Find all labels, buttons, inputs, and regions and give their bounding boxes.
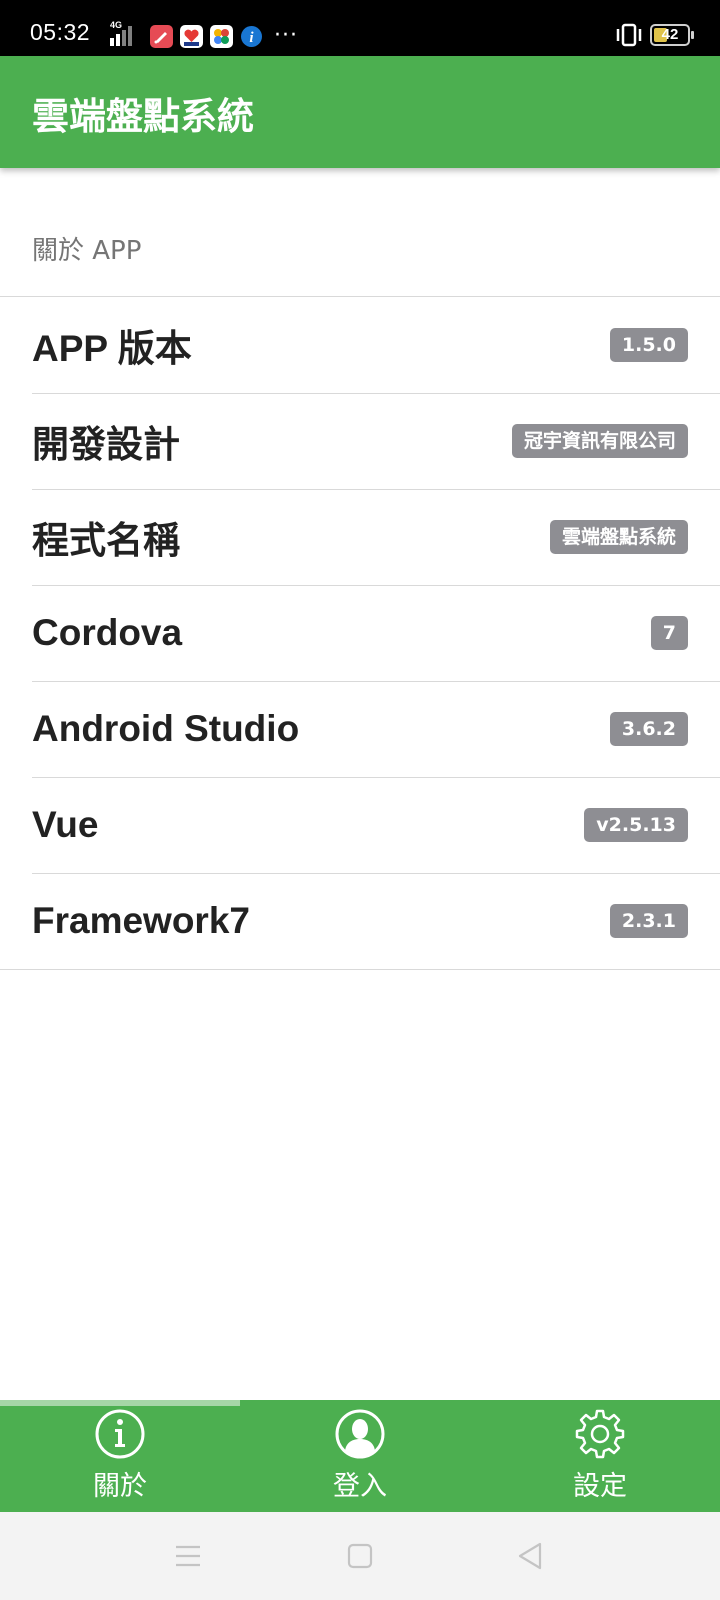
list-item-framework7: Framework7 2.3.1	[0, 873, 720, 969]
page-title: 雲端盤點系統	[32, 95, 254, 138]
system-nav-bar	[0, 1512, 720, 1600]
health-app-icon	[180, 24, 203, 48]
menu-icon[interactable]	[170, 1538, 206, 1574]
item-label: Framework7	[32, 900, 250, 941]
signal-icon: 4G	[100, 20, 144, 46]
vue-version-badge: v2.5.13	[584, 808, 688, 842]
item-label: 程式名稱	[32, 519, 180, 562]
tab-bar: 關於 登入 設定	[0, 1400, 720, 1512]
screen: 05:32 4G i ··· 42 雲端盤點系統 關於 APP APP 版本 1…	[0, 0, 720, 1600]
tab-label: 關於	[93, 1471, 147, 1502]
item-label: Android Studio	[32, 708, 300, 749]
battery-icon: 42	[650, 24, 694, 46]
item-label: 開發設計	[32, 423, 180, 466]
list-item-android-studio: Android Studio 3.6.2	[0, 681, 720, 777]
app-bar: 雲端盤點系統	[0, 56, 720, 168]
list-item-app-version: APP 版本 1.5.0	[0, 297, 720, 393]
photo-app-icon	[210, 24, 233, 48]
info-app-icon: i	[240, 25, 263, 48]
android-studio-version-badge: 3.6.2	[609, 712, 688, 746]
vibrate-icon	[614, 23, 644, 47]
tab-login[interactable]: 登入	[240, 1400, 480, 1512]
status-time: 05:32	[30, 19, 91, 45]
battery-level: 42	[661, 26, 679, 43]
tab-about[interactable]: 關於	[0, 1400, 240, 1512]
home-icon[interactable]	[342, 1538, 378, 1574]
item-label: APP 版本	[32, 328, 192, 369]
version-badge: 1.5.0	[609, 328, 688, 362]
list-item-developer: 開發設計 冠宇資訊有限公司	[0, 393, 720, 489]
app-name-badge: 雲端盤點系統	[549, 520, 688, 554]
framework7-version-badge: 2.3.1	[609, 904, 688, 938]
more-notifications-icon: ···	[274, 23, 298, 48]
list-item-cordova: Cordova 7	[0, 585, 720, 681]
item-label: Cordova	[32, 612, 183, 653]
network-type: 4G	[110, 20, 123, 30]
tab-label: 登入	[333, 1471, 387, 1502]
item-label: Vue	[32, 804, 99, 845]
section-header: 關於 APP	[32, 236, 142, 266]
tab-label: 設定	[573, 1471, 627, 1502]
notification-icons: i ···	[150, 24, 298, 48]
status-bar: 05:32 4G i ··· 42	[0, 0, 720, 56]
list-item-vue: Vue v2.5.13	[0, 777, 720, 873]
back-icon[interactable]	[512, 1538, 548, 1574]
info-icon	[95, 1409, 145, 1459]
cordova-version-badge: 7	[650, 616, 688, 650]
about-list: APP 版本 1.5.0 開發設計 冠宇資訊有限公司 程式名稱 雲端盤點系統 C…	[0, 296, 720, 970]
pen-app-icon	[150, 24, 173, 48]
developer-badge: 冠宇資訊有限公司	[511, 424, 688, 458]
tab-settings[interactable]: 設定	[480, 1400, 720, 1512]
list-item-app-name: 程式名稱 雲端盤點系統	[0, 489, 720, 585]
user-icon	[335, 1409, 385, 1459]
gear-icon	[575, 1409, 625, 1459]
